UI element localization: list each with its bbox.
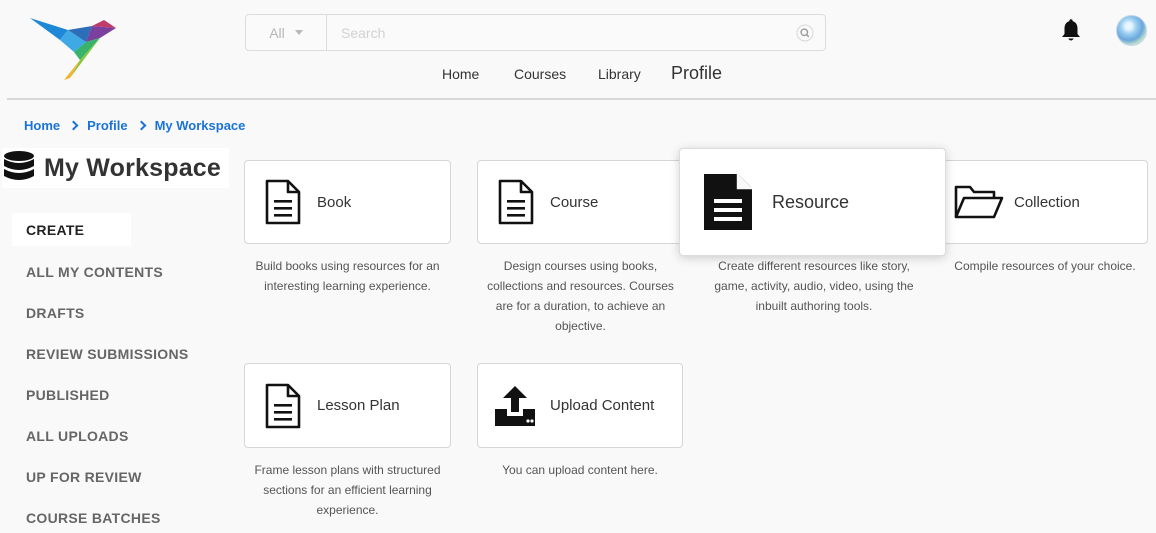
card-label: Upload Content <box>550 397 655 414</box>
description-line: collections and resources. Courses <box>487 279 674 293</box>
nav-profile[interactable]: Profile <box>671 63 722 84</box>
workspace-title: My Workspace <box>2 148 230 188</box>
top-header: All Home Courses Library Profile <box>0 0 1156 101</box>
upload-icon <box>493 382 537 430</box>
description-line: are for a duration, to achieve an <box>495 299 666 313</box>
card-label: Course <box>550 193 599 211</box>
description-line: game, activity, audio, video, using the <box>714 279 914 293</box>
description-line: Frame lesson plans with structured <box>254 463 441 477</box>
search-input[interactable] <box>327 15 785 50</box>
create-book-card[interactable]: Book <box>244 160 451 244</box>
caret-down-icon <box>294 30 303 35</box>
nav-library[interactable]: Library <box>598 66 641 82</box>
document-icon <box>262 178 304 226</box>
menu-all-my-contents[interactable]: ALL MY CONTENTS <box>12 251 232 292</box>
description-line: inbuilt authoring tools. <box>755 299 873 313</box>
description-line: sections for an efficient learning <box>263 483 432 497</box>
upload-content-card[interactable]: Upload Content <box>477 363 683 448</box>
description-line: objective. <box>555 319 606 333</box>
search-filter-label: All <box>269 24 285 41</box>
search-filter-dropdown[interactable]: All <box>246 15 327 50</box>
search-icon <box>796 24 814 41</box>
folder-open-icon <box>954 178 1004 226</box>
breadcrumb: Home Profile My Workspace <box>24 118 245 133</box>
book-description: Build books using resources for an inter… <box>244 256 451 296</box>
description-line: Compile resources of your choice. <box>954 259 1136 273</box>
upload-description: You can upload content here. <box>477 460 683 480</box>
document-icon <box>262 382 304 430</box>
create-resource-card[interactable]: Resource <box>679 148 946 256</box>
nav-home[interactable]: Home <box>442 66 479 82</box>
resource-description: Create different resources like story, g… <box>707 256 921 316</box>
user-avatar[interactable] <box>1116 15 1147 46</box>
menu-all-uploads[interactable]: ALL UPLOADS <box>12 415 232 456</box>
course-description: Design courses using books, collections … <box>477 256 684 336</box>
search-button[interactable] <box>785 15 825 50</box>
description-line: interesting learning experience. <box>264 279 431 293</box>
description-line: Build books using resources for an <box>255 259 440 273</box>
collection-description: Compile resources of your choice. <box>938 256 1152 276</box>
hummingbird-logo[interactable] <box>30 14 120 82</box>
breadcrumb-profile[interactable]: Profile <box>87 118 127 133</box>
document-icon <box>495 178 537 226</box>
database-icon <box>4 151 34 180</box>
card-label: Collection <box>1014 193 1080 211</box>
description-line: Create different resources like story, <box>718 259 910 273</box>
workspace-menu: CREATE ALL MY CONTENTS DRAFTS REVIEW SUB… <box>12 210 232 533</box>
search-bar: All <box>245 14 826 51</box>
lesson-plan-description: Frame lesson plans with structured secti… <box>244 460 451 520</box>
nav-courses[interactable]: Courses <box>514 66 566 82</box>
workspace-title-text: My Workspace <box>44 153 222 182</box>
menu-review-submissions[interactable]: REVIEW SUBMISSIONS <box>12 333 232 374</box>
chevron-right-icon <box>68 120 79 131</box>
menu-course-batches[interactable]: COURSE BATCHES <box>12 497 232 533</box>
menu-create[interactable]: CREATE <box>12 213 131 246</box>
breadcrumb-home[interactable]: Home <box>24 118 60 133</box>
document-filled-icon <box>702 171 754 233</box>
menu-up-for-review[interactable]: UP FOR REVIEW <box>12 456 232 497</box>
description-line: experience. <box>316 503 379 517</box>
header-divider <box>7 98 1156 100</box>
card-label: Lesson Plan <box>317 397 400 414</box>
create-course-card[interactable]: Course <box>477 160 684 244</box>
card-label: Resource <box>772 191 850 212</box>
menu-published[interactable]: PUBLISHED <box>12 374 232 415</box>
description-line: Design courses using books, <box>503 259 658 273</box>
breadcrumb-my-workspace[interactable]: My Workspace <box>155 118 246 133</box>
create-collection-card[interactable]: Collection <box>938 160 1148 244</box>
menu-drafts[interactable]: DRAFTS <box>12 292 232 333</box>
create-lesson-plan-card[interactable]: Lesson Plan <box>244 363 451 448</box>
card-label: Book <box>317 193 352 211</box>
bell-icon[interactable] <box>1060 19 1082 43</box>
chevron-right-icon <box>136 120 147 131</box>
description-line: You can upload content here. <box>502 463 658 477</box>
